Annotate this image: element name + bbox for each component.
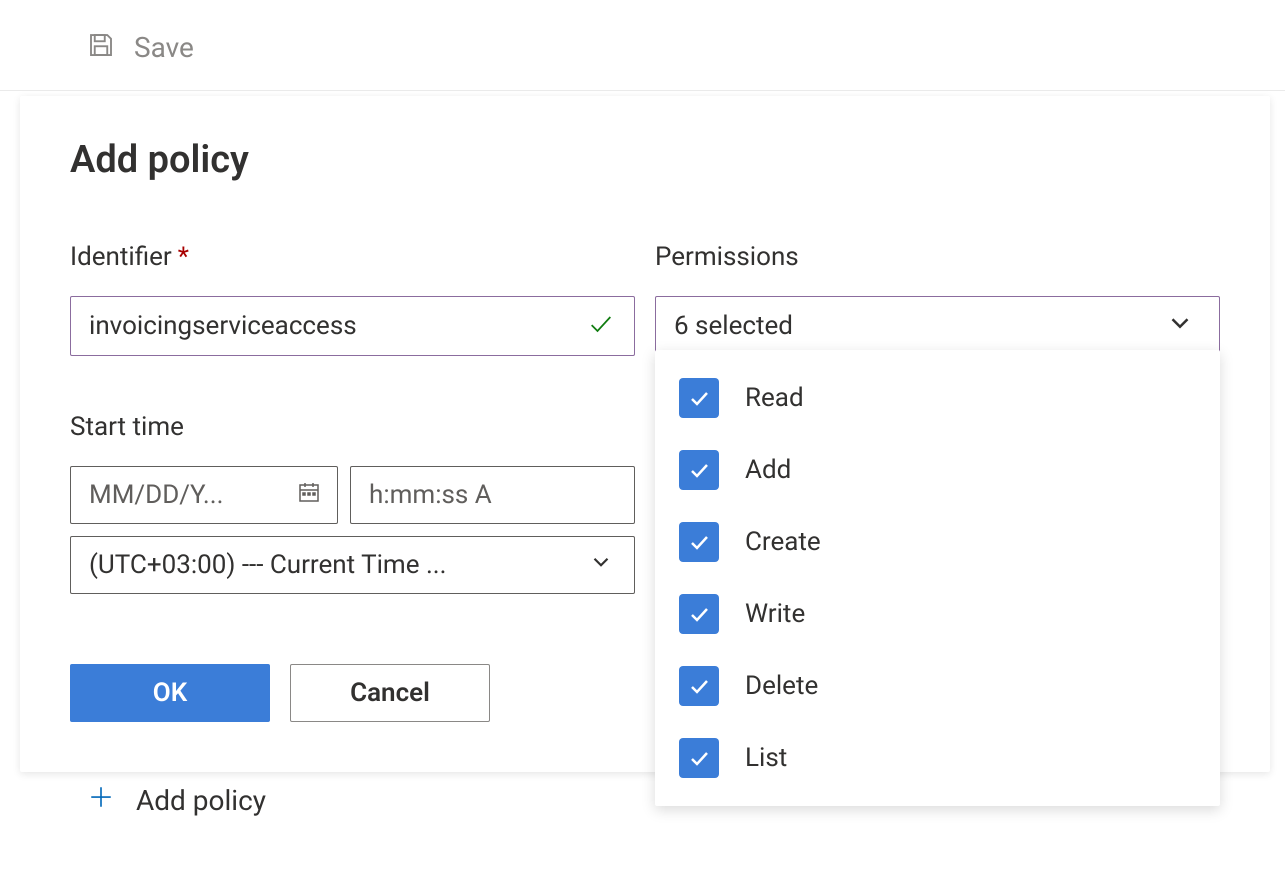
identifier-input[interactable] — [70, 296, 635, 356]
permissions-label: Permissions — [655, 242, 1220, 272]
start-time-label: Start time — [70, 412, 635, 442]
permission-option[interactable]: Write — [655, 578, 1220, 650]
save-button-label[interactable]: Save — [134, 31, 194, 64]
checkbox-checked-icon — [679, 522, 719, 562]
add-policy-panel: Add policy Identifier* Start time MM/DD/… — [20, 96, 1270, 772]
valid-check-icon — [587, 310, 615, 342]
checkbox-checked-icon — [679, 738, 719, 778]
start-time-input[interactable]: h:mm:ss A — [350, 466, 635, 524]
permission-option[interactable]: Read — [655, 362, 1220, 434]
permission-option-label: Add — [745, 455, 791, 485]
permission-option-label: Read — [745, 383, 804, 413]
permission-option[interactable]: List — [655, 722, 1220, 794]
timezone-select[interactable]: (UTC+03:00) --- Current Time ... — [70, 536, 635, 594]
toolbar: Save — [0, 0, 1285, 91]
save-icon — [86, 30, 116, 64]
permissions-dropdown: Read Add Create Write Delete List — [655, 350, 1220, 806]
ok-button[interactable]: OK — [70, 664, 270, 722]
required-indicator: * — [178, 242, 189, 272]
permission-option-label: Delete — [745, 671, 818, 701]
calendar-icon — [297, 480, 321, 511]
checkbox-checked-icon — [679, 378, 719, 418]
checkbox-checked-icon — [679, 666, 719, 706]
permission-option-label: Write — [745, 599, 805, 629]
permission-option-label: Create — [745, 527, 821, 557]
permission-option[interactable]: Create — [655, 506, 1220, 578]
plus-icon — [88, 784, 114, 817]
checkbox-checked-icon — [679, 594, 719, 634]
cancel-button[interactable]: Cancel — [290, 664, 490, 722]
permission-option-label: List — [745, 743, 787, 773]
add-policy-label: Add policy — [136, 784, 266, 817]
panel-title: Add policy — [70, 138, 1220, 182]
permission-option[interactable]: Add — [655, 434, 1220, 506]
checkbox-checked-icon — [679, 450, 719, 490]
add-policy-row[interactable]: Add policy — [88, 784, 266, 817]
start-date-input[interactable]: MM/DD/Y... — [70, 466, 338, 524]
chevron-down-icon — [1165, 308, 1195, 345]
chevron-down-icon — [588, 549, 614, 582]
permissions-select[interactable]: 6 selected — [655, 296, 1220, 356]
identifier-label: Identifier* — [70, 242, 635, 272]
permission-option[interactable]: Delete — [655, 650, 1220, 722]
